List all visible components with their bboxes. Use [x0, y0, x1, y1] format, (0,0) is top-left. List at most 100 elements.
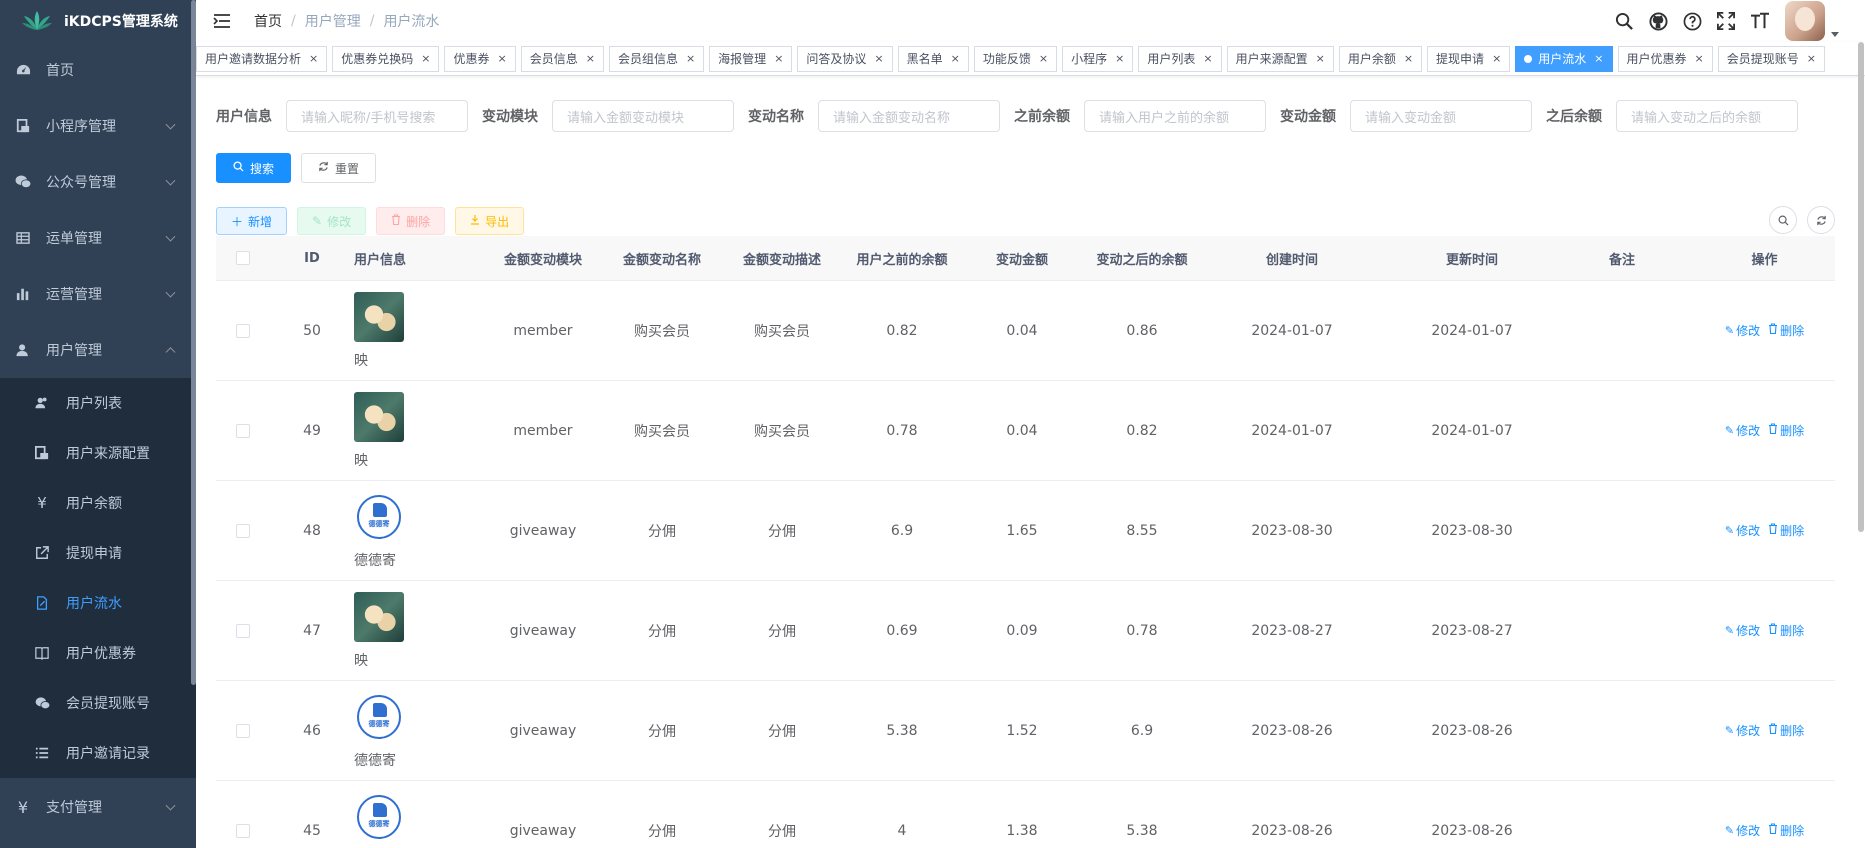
row-delete-link[interactable]: 删除 [1768, 422, 1804, 439]
sidebar-item-withdraw[interactable]: 提现申请 [0, 528, 196, 578]
tag-10[interactable]: 用户列表 × [1138, 45, 1222, 72]
search-input[interactable]: 请输入昵称/手机号搜索 [286, 100, 468, 132]
tag-2[interactable]: 优惠券 × [444, 45, 516, 72]
sidebar-item-user-source[interactable]: 用户来源配置 [0, 428, 196, 478]
tag-12[interactable]: 用户余额 × [1338, 45, 1423, 72]
sidebar-item-user-list[interactable]: 用户列表 [0, 378, 196, 428]
close-icon[interactable]: × [421, 52, 430, 65]
row-edit-link[interactable]: ✎ 修改 [1725, 522, 1760, 539]
tag-9[interactable]: 小程序 × [1062, 45, 1134, 72]
select-all-checkbox[interactable] [236, 251, 250, 265]
close-icon[interactable]: × [874, 52, 883, 65]
fullscreen-icon[interactable] [1715, 10, 1737, 32]
close-icon[interactable]: × [1039, 52, 1048, 65]
user-avatar-dropdown[interactable] [1785, 1, 1839, 41]
sidebar-item-operations[interactable]: 运营管理 [0, 266, 196, 322]
row-delete-link[interactable]: 删除 [1768, 322, 1804, 339]
font-size-icon[interactable] [1749, 10, 1771, 32]
row-delete-link[interactable]: 删除 [1768, 522, 1804, 539]
tag-11[interactable]: 用户来源配置 × [1226, 45, 1334, 72]
table-row[interactable]: 50 映 member 购买会员 购买会员 0.82 0.04 0.86 2024-01-07 2… [216, 281, 1835, 381]
row-checkbox[interactable] [236, 823, 250, 838]
tag-8[interactable]: 功能反馈 × [973, 45, 1058, 72]
search-input[interactable]: 请输入用户之前的余额 [1084, 100, 1266, 132]
tag-5[interactable]: 海报管理 × [709, 45, 793, 72]
search-input[interactable]: 请输入金额变动名称 [818, 100, 1000, 132]
table-row[interactable]: 48 德德寄 giveaway 分佣 分佣 6.9 1.65 8.55 2023-08-30 20… [216, 481, 1835, 581]
close-icon[interactable]: × [309, 52, 318, 65]
row-edit-link[interactable]: ✎ 修改 [1725, 722, 1760, 739]
search-button[interactable]: 搜索 [216, 153, 292, 183]
row-edit-link[interactable]: ✎ 修改 [1725, 622, 1760, 639]
export-button[interactable]: 导出 [455, 207, 525, 235]
search-input[interactable]: 请输入变动之后的余额 [1616, 100, 1798, 132]
sidebar-item-user-management[interactable]: 用户管理 [0, 322, 196, 378]
breadcrumb-home[interactable]: 首页 [254, 11, 282, 31]
tag-0[interactable]: 用户邀请数据分析 × [196, 45, 328, 72]
sidebar-item-user-balance[interactable]: ¥ 用户余额 [0, 478, 196, 528]
sidebar-item-waybill[interactable]: 运单管理 [0, 210, 196, 266]
delete-button[interactable]: 删除 [376, 207, 446, 235]
refresh-button[interactable] [1807, 206, 1835, 234]
sidebar-item-member-withdraw-account[interactable]: 会员提现账号 [0, 678, 196, 728]
avatar[interactable] [1785, 1, 1825, 41]
close-icon[interactable]: × [1807, 52, 1816, 65]
close-icon[interactable]: × [586, 52, 595, 65]
sidebar-item-user-flow[interactable]: 用户流水 [0, 578, 196, 628]
help-icon[interactable] [1681, 10, 1703, 32]
row-delete-link[interactable]: 删除 [1768, 822, 1804, 839]
breadcrumb-separator: / [369, 13, 375, 29]
close-icon[interactable]: × [774, 52, 783, 65]
tag-14[interactable]: 用户流水 × [1515, 45, 1613, 72]
close-icon[interactable]: × [1316, 52, 1325, 65]
close-icon[interactable]: × [1594, 52, 1603, 65]
search-input[interactable]: 请输入变动金额 [1350, 100, 1532, 132]
row-edit-link[interactable]: ✎ 修改 [1725, 422, 1760, 439]
sidebar-item-miniprogram[interactable]: 小程序管理 [0, 98, 196, 154]
sidebar-item-invite-record[interactable]: 用户邀请记录 [0, 728, 196, 778]
app-logo[interactable]: iKDCPS管理系统 [0, 0, 196, 42]
table-row[interactable]: 45 德德寄 giveaway 分佣 分佣 4 1.38 5.38 2023-08-26 2023… [216, 781, 1835, 848]
row-checkbox[interactable] [236, 423, 250, 438]
close-icon[interactable]: × [951, 52, 960, 65]
search-icon[interactable] [1613, 10, 1635, 32]
hamburger-icon[interactable] [212, 11, 232, 31]
close-icon[interactable]: × [1492, 52, 1501, 65]
tag-13[interactable]: 提现申请 × [1427, 45, 1511, 72]
tag-4[interactable]: 会员组信息 × [608, 45, 705, 72]
sidebar-item-home[interactable]: 首页 [0, 42, 196, 98]
close-icon[interactable]: × [497, 52, 506, 65]
edit-button[interactable]: ✎ 修改 [297, 207, 367, 235]
close-icon[interactable]: × [1695, 52, 1704, 65]
sidebar-item-user-coupon[interactable]: 用户优惠券 [0, 628, 196, 678]
table-row[interactable]: 49 映 member 购买会员 购买会员 0.78 0.04 0.82 2024-01-07 2… [216, 381, 1835, 481]
table-row[interactable]: 46 德德寄 giveaway 分佣 分佣 5.38 1.52 6.9 2023-08-26 20… [216, 681, 1835, 781]
row-checkbox[interactable] [236, 723, 250, 738]
add-button[interactable]: ＋ 新增 [216, 207, 288, 235]
row-checkbox[interactable] [236, 523, 250, 538]
github-icon[interactable] [1647, 10, 1669, 32]
close-icon[interactable]: × [1115, 52, 1124, 65]
tag-15[interactable]: 用户优惠券 × [1617, 45, 1713, 72]
sidebar-item-payment[interactable]: ¥ 支付管理 [0, 778, 196, 836]
close-icon[interactable]: × [1404, 52, 1413, 65]
page-scrollbar-thumb[interactable] [1858, 42, 1864, 532]
close-icon[interactable]: × [686, 52, 695, 65]
row-checkbox[interactable] [236, 623, 250, 638]
tag-3[interactable]: 会员信息 × [520, 45, 604, 72]
row-checkbox[interactable] [236, 323, 250, 338]
row-delete-link[interactable]: 删除 [1768, 622, 1804, 639]
tag-6[interactable]: 问答及协议 × [797, 45, 893, 72]
reset-button[interactable]: 重置 [301, 153, 377, 183]
table-row[interactable]: 47 映 giveaway 分佣 分佣 0.69 0.09 0.78 2023-08-27 202… [216, 581, 1835, 681]
sidebar-item-official-account[interactable]: 公众号管理 [0, 154, 196, 210]
tag-7[interactable]: 黑名单 × [897, 45, 969, 72]
row-edit-link[interactable]: ✎ 修改 [1725, 822, 1760, 839]
search-input[interactable]: 请输入金额变动模块 [552, 100, 734, 132]
close-icon[interactable]: × [1203, 52, 1212, 65]
row-delete-link[interactable]: 删除 [1768, 722, 1804, 739]
toggle-search-button[interactable] [1769, 206, 1797, 234]
tag-16[interactable]: 会员提现账号 × [1717, 45, 1825, 72]
tag-1[interactable]: 优惠券兑换码 × [332, 45, 440, 72]
row-edit-link[interactable]: ✎ 修改 [1725, 322, 1760, 339]
